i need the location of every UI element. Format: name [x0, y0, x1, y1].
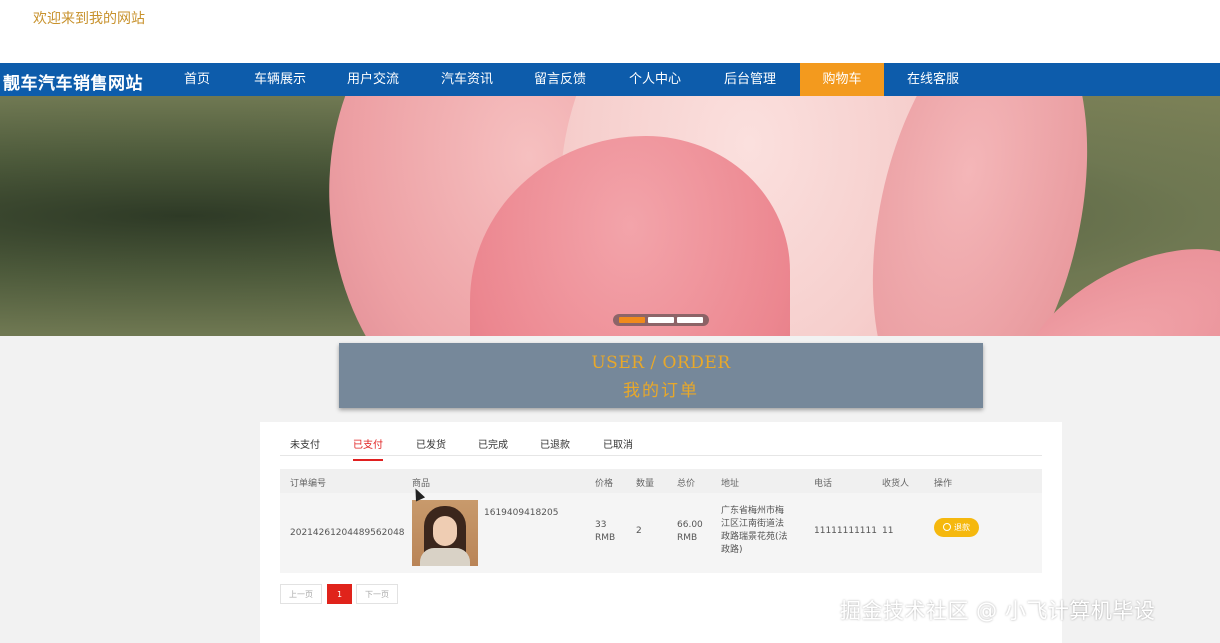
carousel-dot[interactable] — [677, 317, 703, 323]
refund-label: 退款 — [954, 523, 970, 532]
column-header: 收货人 — [882, 479, 910, 489]
refund-circle-icon — [943, 523, 951, 531]
nav-item-news[interactable]: 汽车资讯 — [431, 63, 503, 96]
product-code: 1619409418205 — [484, 508, 559, 518]
order-section-header: USER / ORDER 我的订单 — [339, 343, 983, 408]
price-value: 33 — [595, 520, 607, 530]
total-unit: RMB — [677, 533, 698, 543]
carousel-dot[interactable] — [619, 317, 645, 323]
address-line: 政路瑞景花苑(法 — [721, 532, 788, 542]
thumbnail-body-shape — [420, 548, 470, 566]
nav-item-cart[interactable]: 购物车 — [800, 63, 884, 96]
total-value: 66.00 — [677, 520, 703, 530]
address-line: 广东省梅州市梅 — [721, 506, 785, 516]
order-status-tabs: 未支付 已支付 已发货 已完成 已退款 已取消 — [280, 432, 1042, 461]
banner-carousel — [0, 96, 1220, 336]
column-header: 价格 — [595, 479, 614, 489]
phone-value: 11111111111 — [814, 526, 877, 536]
column-header: 数量 — [636, 479, 655, 489]
main-nav: 靓车汽车销售网站 首页 车辆展示 用户交流 汽车资讯 留言反馈 个人中心 后台管… — [0, 63, 1220, 96]
site-brand[interactable]: 靓车汽车销售网站 — [3, 69, 143, 94]
welcome-text: 欢迎来到我的网站 — [33, 11, 145, 27]
tab-refunded[interactable]: 已退款 — [540, 436, 570, 459]
nav-item-home[interactable]: 首页 — [166, 63, 228, 96]
tab-paid[interactable]: 已支付 — [353, 436, 383, 461]
receiver-value: 11 — [882, 526, 894, 536]
tab-cancelled[interactable]: 已取消 — [603, 436, 633, 459]
prev-page-button[interactable]: 上一页 — [280, 584, 322, 604]
column-header: 订单编号 — [290, 479, 327, 489]
table-row: 20214261204489562048 1619409418205 33 RM… — [280, 493, 1042, 573]
refund-button[interactable]: 退款 — [934, 518, 979, 537]
next-page-button[interactable]: 下一页 — [356, 584, 398, 604]
tab-completed[interactable]: 已完成 — [478, 436, 508, 459]
thumbnail-face-shape — [433, 516, 457, 546]
column-header: 地址 — [721, 479, 740, 489]
column-header: 操作 — [934, 479, 953, 489]
product-thumbnail[interactable] — [412, 500, 478, 566]
top-welcome-bar: 欢迎来到我的网站 — [0, 0, 1220, 63]
page-number-button[interactable]: 1 — [327, 584, 352, 604]
column-header: 电话 — [814, 479, 833, 489]
carousel-dot[interactable] — [648, 317, 674, 323]
nav-item-support[interactable]: 在线客服 — [897, 63, 969, 96]
quantity-value: 2 — [636, 526, 642, 536]
nav-item-admin[interactable]: 后台管理 — [714, 63, 786, 96]
column-header: 总价 — [677, 479, 696, 489]
order-title-cn: 我的订单 — [623, 381, 699, 401]
address-line: 政路) — [721, 545, 743, 555]
nav-item-feedback[interactable]: 留言反馈 — [524, 63, 596, 96]
tab-shipped[interactable]: 已发货 — [416, 436, 446, 459]
watermark-text: 掘金技术社区 @ 小飞计算机毕设 — [840, 599, 1156, 623]
address-line: 江区江南街道法 — [721, 519, 785, 529]
order-table: 订单编号 商品 价格 数量 总价 地址 电话 收货人 操作 2021426120… — [280, 469, 1042, 573]
price-unit: RMB — [595, 533, 616, 543]
table-header: 订单编号 商品 价格 数量 总价 地址 电话 收货人 操作 — [280, 469, 1042, 493]
nav-item-profile[interactable]: 个人中心 — [619, 63, 691, 96]
nav-item-cars[interactable]: 车辆展示 — [244, 63, 316, 96]
column-header: 商品 — [412, 479, 431, 489]
order-title-en: USER / ORDER — [591, 353, 731, 373]
order-number: 20214261204489562048 — [290, 528, 405, 538]
tab-unpaid[interactable]: 未支付 — [290, 436, 320, 459]
nav-item-forum[interactable]: 用户交流 — [337, 63, 409, 96]
carousel-indicators — [613, 314, 709, 326]
